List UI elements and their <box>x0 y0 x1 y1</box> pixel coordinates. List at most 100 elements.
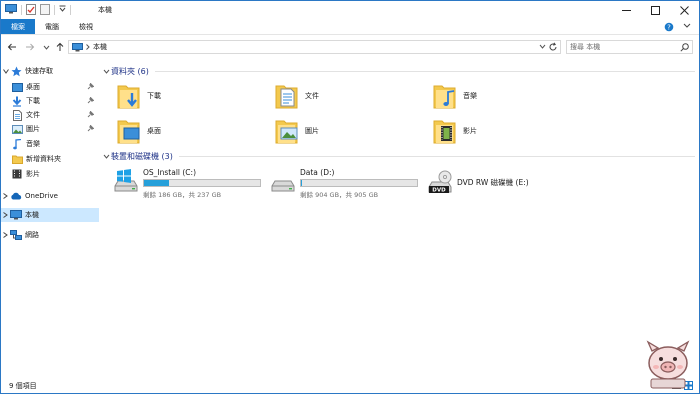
pictures-folder-icon <box>275 117 301 145</box>
dvd-drive-icon: DVD <box>427 169 453 197</box>
search-input[interactable]: 搜尋 本機 <box>570 42 680 52</box>
nav-quick-access[interactable]: 快速存取 <box>1 64 99 78</box>
toolbar-divider <box>21 5 22 15</box>
svg-text:DVD: DVD <box>432 188 446 194</box>
minimize-button[interactable] <box>612 1 641 19</box>
computer-icon <box>10 209 22 221</box>
address-dropdown-icon[interactable] <box>539 43 546 51</box>
folder-tile-videos[interactable]: 影片 <box>433 115 477 147</box>
window-title: 本機 <box>98 6 112 14</box>
drive-usage-bar <box>143 179 261 187</box>
folder-tile-documents[interactable]: 文件 <box>275 80 319 112</box>
folder-label: 影片 <box>463 127 477 135</box>
help-icon[interactable]: ? <box>664 22 674 34</box>
properties-icon[interactable] <box>26 3 36 17</box>
document-icon <box>11 109 23 121</box>
nav-item-music[interactable]: 音樂 <box>11 137 99 151</box>
folder-tile-desktop[interactable]: 桌面 <box>117 115 161 147</box>
pin-icon[interactable] <box>87 82 95 92</box>
download-arrow-icon <box>11 95 23 107</box>
nav-label: 音樂 <box>26 140 40 148</box>
folder-label: 圖片 <box>305 127 319 135</box>
pig-mascot-watermark-icon <box>637 339 699 391</box>
folder-label: 音樂 <box>463 92 477 100</box>
breadcrumb-this-pc[interactable]: 本機 <box>93 42 107 52</box>
film-icon <box>11 168 23 180</box>
group-divider <box>154 70 695 72</box>
desktop-icon <box>11 81 23 93</box>
expand-icon[interactable] <box>1 232 10 238</box>
drive-label: OS_Install (C:) <box>143 168 196 177</box>
hard-drive-icon <box>270 166 296 194</box>
nav-label: 網路 <box>25 231 39 239</box>
pin-icon[interactable] <box>87 124 95 134</box>
close-button[interactable] <box>670 1 699 19</box>
toolbar-divider <box>54 5 55 15</box>
computer-icon[interactable] <box>5 4 17 16</box>
nav-label: 圖片 <box>26 125 40 133</box>
nav-this-pc[interactable]: 本機 <box>1 208 99 222</box>
breadcrumb-separator-icon <box>86 44 90 50</box>
chevron-down-icon[interactable] <box>101 69 111 74</box>
refresh-icon[interactable] <box>548 42 558 54</box>
collapse-icon[interactable] <box>1 68 10 74</box>
drive-usage-fill <box>144 180 169 186</box>
search-box[interactable]: 搜尋 本機 <box>566 40 693 54</box>
tab-computer[interactable]: 電腦 <box>35 19 69 34</box>
music-folder-icon <box>433 82 459 110</box>
videos-folder-icon <box>433 117 459 145</box>
folder-tile-downloads[interactable]: 下載 <box>117 80 161 112</box>
nav-label: 桌面 <box>26 83 40 91</box>
nav-network[interactable]: 網路 <box>1 228 99 242</box>
recent-locations-button[interactable] <box>39 40 53 54</box>
folder-tile-music[interactable]: 音樂 <box>433 80 477 112</box>
nav-item-documents[interactable]: 文件 <box>11 108 99 122</box>
tab-view[interactable]: 檢視 <box>69 19 103 34</box>
folder-label: 桌面 <box>147 127 161 135</box>
customize-dropdown-icon[interactable] <box>59 5 66 15</box>
picture-icon <box>11 123 23 135</box>
pin-icon[interactable] <box>87 110 95 120</box>
address-bar[interactable]: 本機 <box>68 40 561 54</box>
expand-ribbon-icon[interactable] <box>683 23 691 31</box>
nav-label: 新增資料夾 <box>26 155 61 163</box>
content-area: 資料夾 (6) 下載 文件 音樂 桌面 圖片 影片 裝置和磁碟機 (3) OS_… <box>101 61 697 377</box>
nav-label: 下載 <box>26 97 40 105</box>
nav-item-desktop[interactable]: 桌面 <box>11 80 99 94</box>
up-button[interactable] <box>53 40 67 54</box>
nav-item-videos[interactable]: 影片 <box>11 167 99 181</box>
search-icon[interactable] <box>680 42 689 52</box>
drives-group-header[interactable]: 裝置和磁碟機 (3) <box>101 150 695 162</box>
back-button[interactable] <box>5 40 19 54</box>
nav-onedrive[interactable]: OneDrive <box>1 189 99 203</box>
nav-label: OneDrive <box>25 192 58 200</box>
nav-label: 本機 <box>25 211 39 219</box>
group-divider <box>178 155 695 157</box>
pin-icon[interactable] <box>87 96 95 106</box>
forward-button[interactable] <box>23 40 37 54</box>
status-bar: 9 個項目 <box>1 379 699 393</box>
drive-free-space: 剩餘 904 GB，共 905 GB <box>300 191 379 199</box>
drive-tile-d[interactable]: Data (D:) 剩餘 904 GB，共 905 GB <box>270 166 418 199</box>
chevron-down-icon[interactable] <box>101 154 111 159</box>
folder-label: 文件 <box>305 92 319 100</box>
navigation-pane: 快速存取 桌面 下載 文件 圖片 音樂 新增資料夾 影片 OneDrive 本機… <box>1 61 99 379</box>
windows-drive-icon <box>113 166 139 194</box>
folder-label: 下載 <box>147 92 161 100</box>
tab-file[interactable]: 檔案 <box>1 19 35 34</box>
folder-tile-pictures[interactable]: 圖片 <box>275 115 319 147</box>
new-folder-icon[interactable] <box>40 3 50 17</box>
drive-tile-c[interactable]: OS_Install (C:) 剩餘 186 GB，共 237 GB <box>113 166 261 199</box>
downloads-folder-icon <box>117 82 143 110</box>
expand-icon[interactable] <box>1 193 10 199</box>
folders-group-header[interactable]: 資料夾 (6) <box>101 65 695 77</box>
nav-label: 快速存取 <box>25 67 53 75</box>
expand-icon[interactable] <box>1 212 10 218</box>
nav-item-new-folder[interactable]: 新增資料夾 <box>11 152 99 166</box>
nav-item-pictures[interactable]: 圖片 <box>11 122 99 136</box>
nav-item-downloads[interactable]: 下載 <box>11 94 99 108</box>
drive-label: Data (D:) <box>300 168 335 177</box>
folder-icon <box>11 153 23 165</box>
maximize-button[interactable] <box>641 1 670 19</box>
drive-tile-e[interactable]: DVD DVD RW 磁碟機 (E:) <box>427 169 529 199</box>
